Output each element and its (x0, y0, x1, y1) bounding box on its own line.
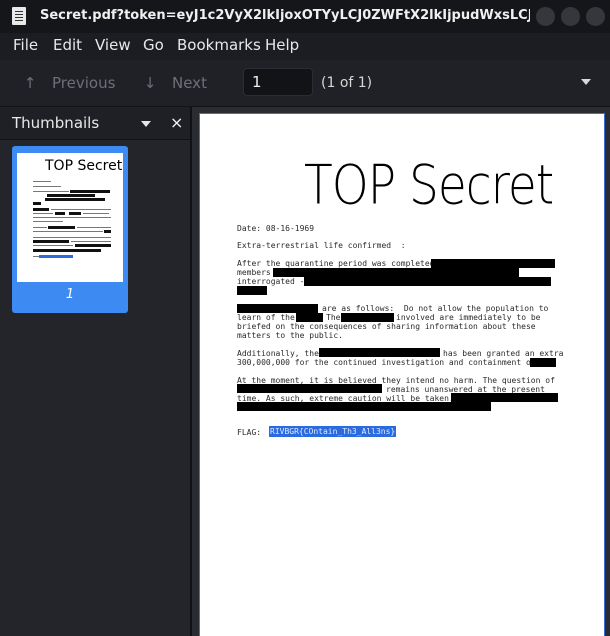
arrow-up-icon: ↑ (23, 74, 37, 92)
page-number-input[interactable] (243, 68, 313, 96)
previous-button[interactable]: ↑ Previous (20, 73, 116, 93)
document-icon (12, 7, 26, 25)
paragraph1-line2: members (237, 268, 271, 277)
paragraph2-line1: are as follows: Do not allow the populat… (322, 304, 549, 313)
close-window-button[interactable] (586, 7, 605, 26)
paragraph2-line2c: involved are immediately to be (396, 313, 541, 322)
paragraph3-line1a: Additionally, the (237, 349, 319, 358)
menu-view[interactable]: View (95, 36, 131, 54)
toolbar-menu-icon[interactable] (581, 79, 591, 85)
menu-help[interactable]: Help (265, 36, 299, 54)
paragraph2-line4: matters to the public. (237, 331, 343, 340)
redaction-bar (451, 393, 558, 402)
paragraph2-line2a: learn of the (237, 313, 295, 322)
thumbnail-page-1[interactable]: TOP Secret 1 (12, 146, 128, 313)
menu-edit[interactable]: Edit (53, 36, 82, 54)
flag-label: FLAG: (237, 428, 262, 437)
menu-bar: File Edit View Go Bookmarks Help (0, 33, 610, 58)
menu-go[interactable]: Go (143, 36, 164, 54)
paragraph1-line1: After the quarantine period was complete… (237, 259, 435, 268)
redaction-bar (237, 304, 318, 313)
paragraph2-line3: briefed on the consequences of sharing i… (237, 322, 536, 331)
document-heading: TOP Secret (304, 154, 554, 218)
sidebar-close-icon[interactable]: × (170, 113, 183, 132)
redaction-bar (237, 402, 491, 411)
maximize-button[interactable] (561, 7, 580, 26)
next-label: Next (172, 74, 207, 92)
paragraph3-line2: 300,000,000 for the continued investigat… (237, 358, 536, 367)
redaction-bar (273, 268, 519, 277)
redaction-bar (431, 259, 555, 268)
confirmed-line: Extra-terrestrial life confirmed : (237, 241, 406, 250)
redaction-bar (341, 313, 394, 322)
redaction-bar (304, 277, 551, 286)
sidebar: Thumbnails × TOP Secret 1 (0, 107, 190, 636)
thumbnail-page-number: 1 (65, 287, 75, 302)
thumbnail-heading: TOP Secret (45, 158, 123, 174)
minimize-button[interactable] (536, 7, 555, 26)
flag-value-selected-text[interactable]: RIVBGR{COntain_Th3_All3ns} (269, 426, 396, 437)
sidebar-title: Thumbnails (12, 114, 100, 132)
paragraph2-line2b: The (326, 313, 341, 322)
thumbnail-image: TOP Secret (17, 153, 123, 282)
arrow-down-icon: ↓ (143, 74, 157, 92)
redaction-bar (319, 348, 440, 357)
redaction-bar (237, 286, 267, 295)
sidebar-header: Thumbnails × (0, 107, 190, 140)
document-viewer[interactable]: TOP Secret Date: 08-16-1969 Extra-terres… (192, 107, 610, 636)
page-count: (1 of 1) (321, 75, 373, 91)
redaction-bar (530, 358, 556, 367)
pdf-page: TOP Secret Date: 08-16-1969 Extra-terres… (200, 114, 604, 636)
next-button[interactable]: ↓ Next (140, 73, 207, 93)
sidebar-mode-dropdown-icon[interactable] (141, 121, 151, 127)
menu-file[interactable]: File (13, 36, 38, 54)
previous-label: Previous (52, 74, 116, 92)
paragraph1-line3: interrogated - (237, 277, 305, 286)
redaction-bar (237, 384, 382, 393)
paragraph3-line1b: has been granted an extra (443, 349, 564, 358)
window-title: Secret.pdf?token=eyJ1c2VyX2lkIjoxOTYyLCJ… (40, 8, 530, 23)
date-line: Date: 08-16-1969 (237, 224, 315, 233)
redaction-bar (296, 313, 323, 322)
menu-bookmarks[interactable]: Bookmarks (177, 36, 261, 54)
title-bar: Secret.pdf?token=eyJ1c2VyX2lkIjoxOTYyLCJ… (0, 0, 610, 33)
